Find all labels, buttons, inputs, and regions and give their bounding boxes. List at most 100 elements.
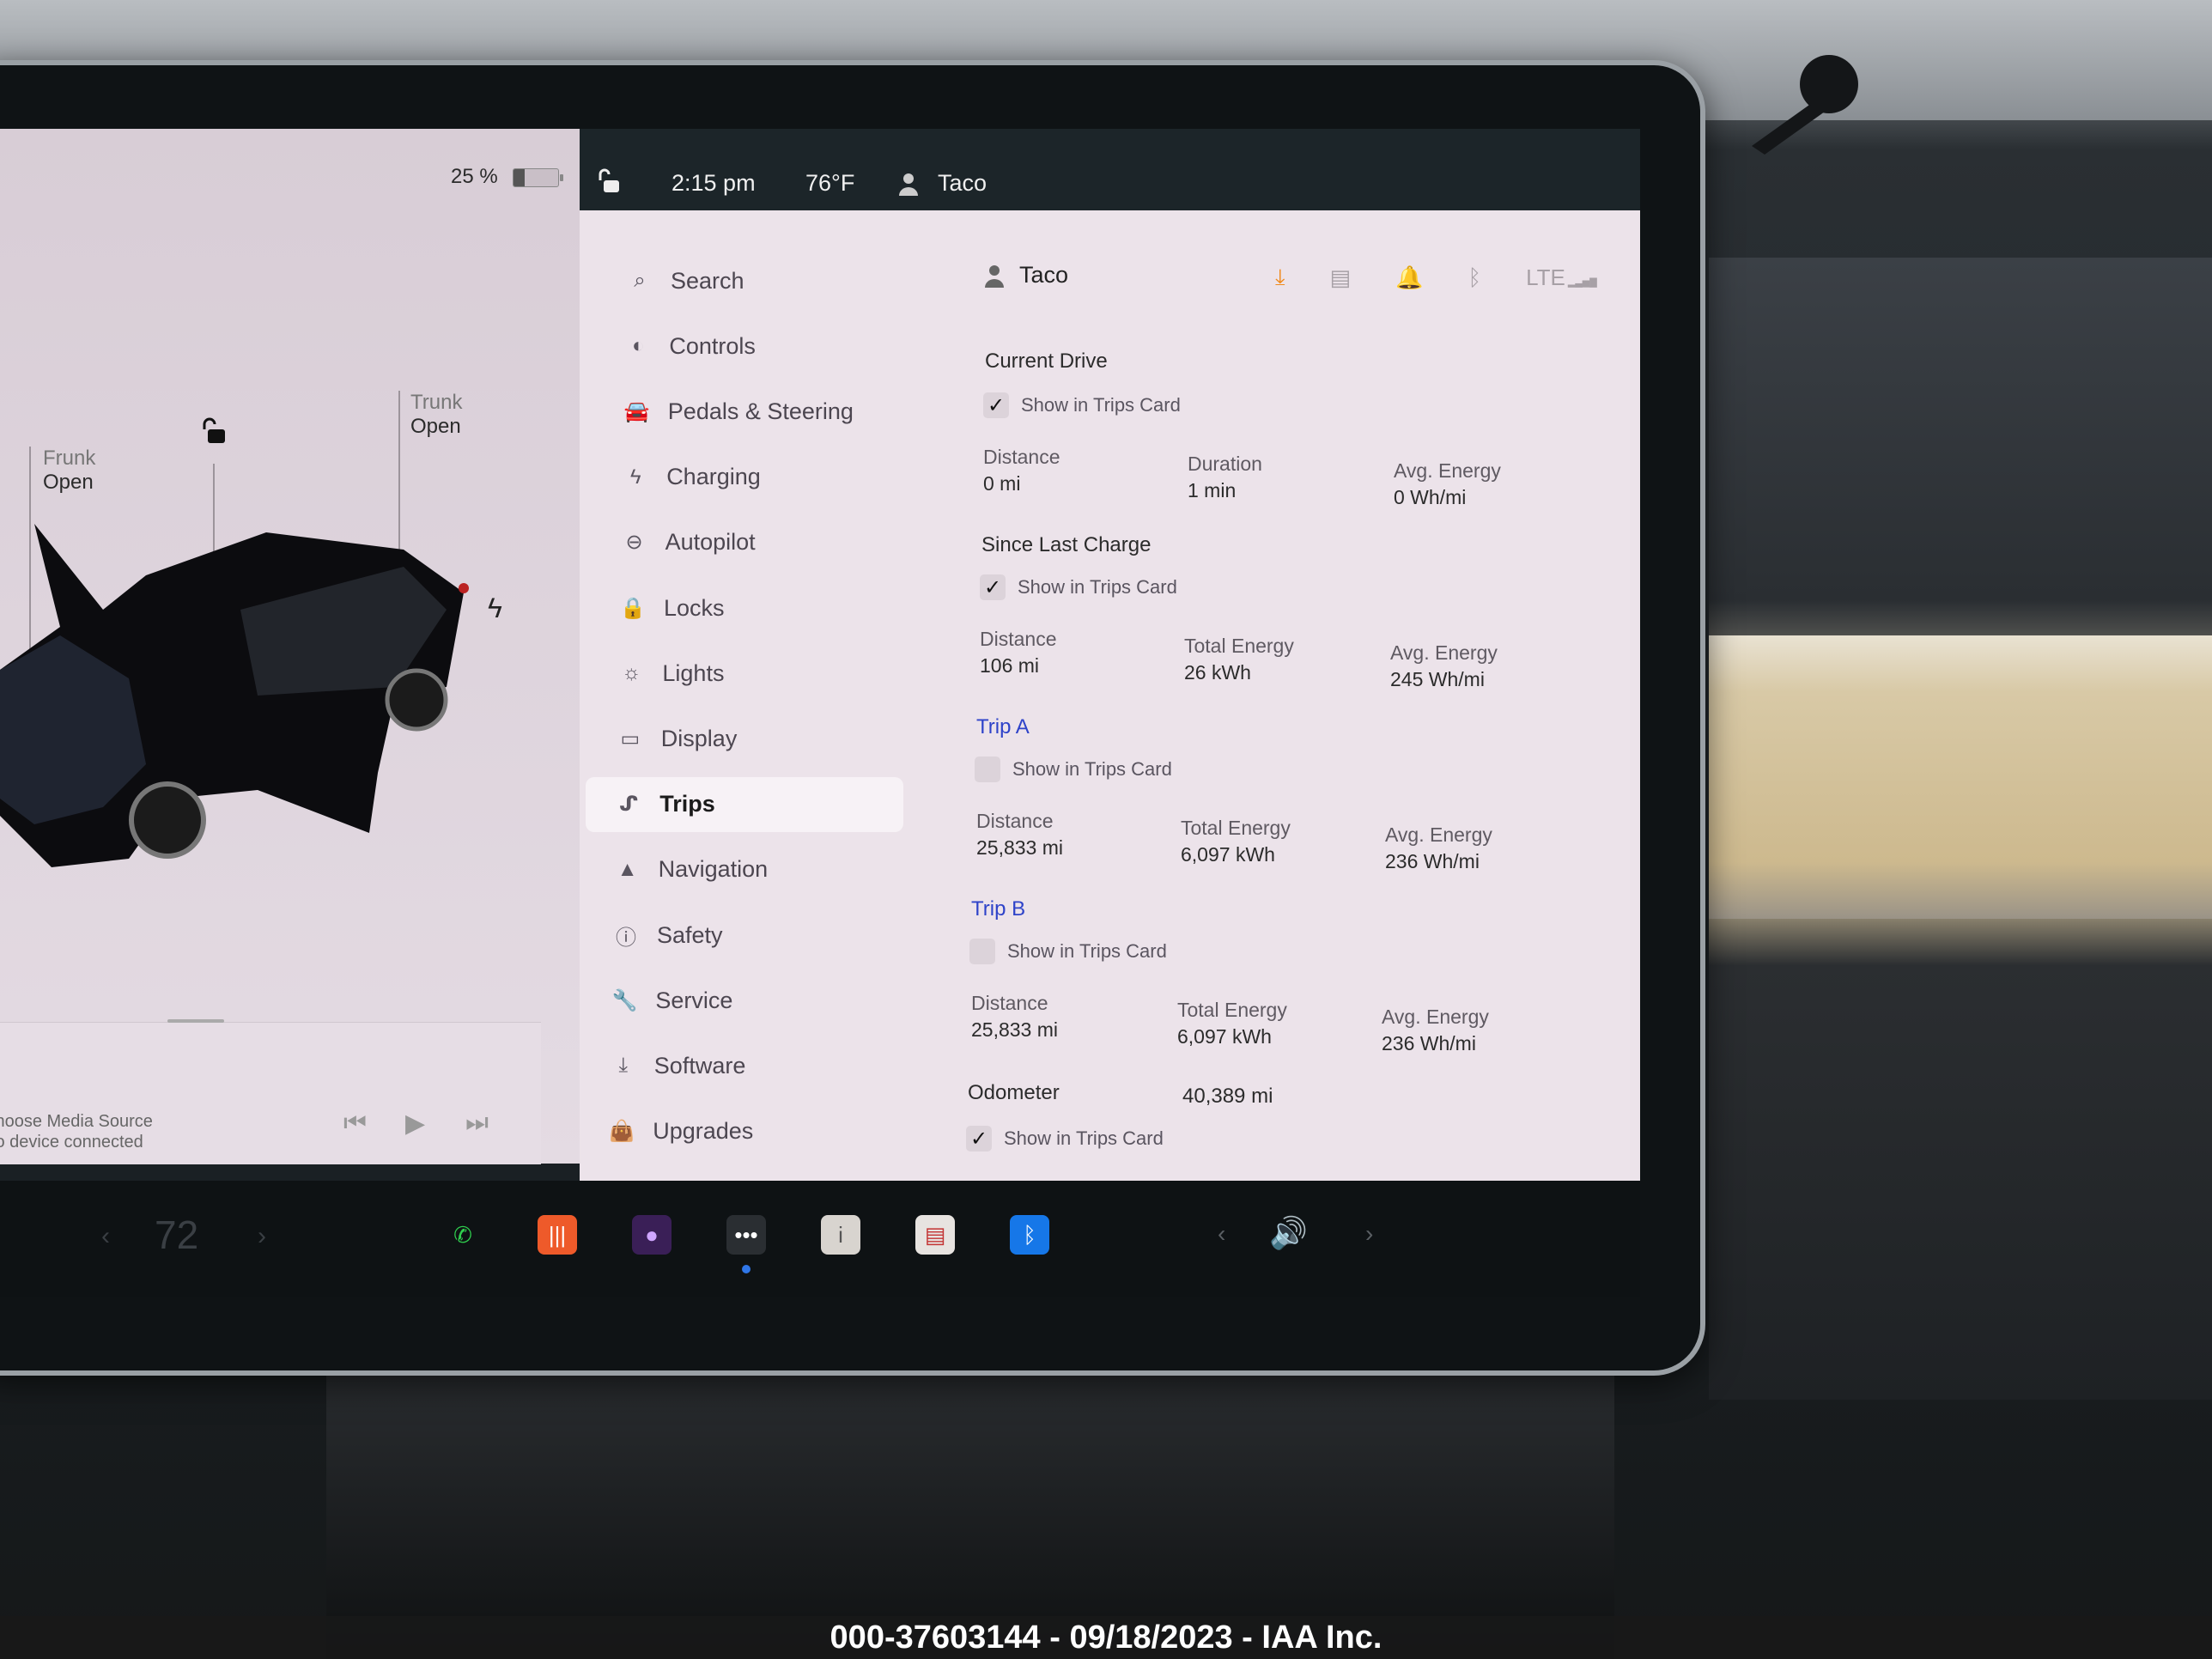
sidebar-item-service[interactable]: 🔧 Service xyxy=(581,973,899,1028)
stat-value: 6,097 kWh xyxy=(1181,843,1275,866)
previous-track-icon[interactable]: ⏮ xyxy=(343,1109,367,1138)
odometer-show-checkbox[interactable]: ✓ Show in Trips Card xyxy=(966,1126,1164,1152)
stat-value: 236 Wh/mi xyxy=(1382,1032,1476,1054)
since-last-charge-show-checkbox[interactable]: ✓ Show in Trips Card xyxy=(980,574,1177,600)
clock: 2:15 pm xyxy=(672,170,756,196)
sidebar-item-controls[interactable]: ◐ Controls xyxy=(595,319,913,374)
touchscreen: 25 % Frunk Open Trunk Open ϟ Choose xyxy=(0,129,1640,1297)
trunk-button[interactable]: Trunk Open xyxy=(410,391,462,439)
sidebar-item-label: Service xyxy=(655,987,733,1013)
profile-name[interactable]: Taco xyxy=(938,170,987,197)
media-player: Choose Media Source No device connected … xyxy=(0,1019,541,1164)
stat-value: 25,833 mi xyxy=(976,836,1064,859)
media-source-title[interactable]: Choose Media Source xyxy=(0,1112,153,1132)
sidebar-item-trips[interactable]: ᔑ Trips xyxy=(586,776,904,832)
status-icons: ⤓ ▤ 🔔 ᛒ LTE ▂▃▅▇ xyxy=(1275,264,1597,291)
sidebar-item-label: Locks xyxy=(664,594,725,621)
checkbox[interactable]: ✓ xyxy=(983,392,1009,418)
sidebar-item-label: Navigation xyxy=(658,856,769,883)
trips-icon: ᔑ xyxy=(619,793,639,817)
next-track-icon[interactable]: ⏭ xyxy=(465,1109,489,1138)
download-icon[interactable]: ⤓ xyxy=(1275,264,1285,291)
download-icon: ⤓ xyxy=(618,1054,629,1078)
checkbox[interactable]: ✓ xyxy=(966,1126,992,1152)
calendar-app-icon[interactable]: ▤ xyxy=(915,1215,955,1255)
volume-down-chevron-icon[interactable]: ‹ xyxy=(1218,1220,1225,1248)
unlock-status-icon[interactable] xyxy=(597,168,623,196)
bell-icon[interactable]: 🔔 xyxy=(1395,264,1423,291)
trip-a-total-energy: Total Energy 6,097 kWh xyxy=(1181,815,1291,868)
bluetooth-icon[interactable]: ᛒ xyxy=(1468,264,1481,291)
stat-label: Distance xyxy=(976,810,1054,832)
sidebar-item-navigation[interactable]: ▲ Navigation xyxy=(585,842,902,897)
checkbox[interactable] xyxy=(969,939,995,964)
temp-decrease-chevron-icon[interactable]: ‹ xyxy=(101,1222,110,1251)
manual-app-icon[interactable]: i xyxy=(821,1215,860,1255)
alert-circle-icon: ⓘ xyxy=(616,926,636,950)
trip-b-total-energy: Total Energy 6,097 kWh xyxy=(1177,997,1287,1050)
trunk-state: Open xyxy=(410,415,461,438)
stat-label: Avg. Energy xyxy=(1390,641,1498,664)
current-drive-title: Current Drive xyxy=(985,349,1108,373)
sidebar-item-label: Search xyxy=(671,267,744,294)
volume-icon[interactable]: 🔊 xyxy=(1269,1215,1308,1251)
stat-label: Total Energy xyxy=(1181,817,1291,839)
odometer-value: 40,389 mi xyxy=(1182,1085,1273,1108)
sidebar-item-pedals-steering[interactable]: 🚘 Pedals & Steering xyxy=(594,384,912,439)
profile-icon[interactable] xyxy=(897,172,920,196)
trip-a-avg-energy: Avg. Energy 236 Wh/mi xyxy=(1385,822,1492,875)
search-icon: ⌕ xyxy=(634,269,646,292)
music-app-icon[interactable]: ||| xyxy=(538,1215,577,1255)
camera-app-icon[interactable]: ● xyxy=(632,1215,672,1255)
unlock-icon[interactable] xyxy=(199,417,228,447)
profile-icon xyxy=(985,264,1004,288)
stat-value: 236 Wh/mi xyxy=(1385,850,1480,872)
settings-window: ⌕ Search ◐ Controls 🚘 Pedals & Steering ϟ Charg… xyxy=(580,210,1640,1181)
trunk-label: Trunk xyxy=(410,391,463,414)
media-source-subtitle: No device connected xyxy=(0,1133,143,1152)
sidebar-item-safety[interactable]: ⓘ Safety xyxy=(583,908,901,963)
sidebar-item-search[interactable]: ⌕ Search xyxy=(597,253,915,308)
checkbox-label: Show in Trips Card xyxy=(1018,576,1177,598)
volume-up-chevron-icon[interactable]: › xyxy=(1365,1220,1373,1248)
stat-label: Avg. Energy xyxy=(1385,823,1492,846)
trip-b-show-checkbox[interactable]: Show in Trips Card xyxy=(969,939,1167,964)
stat-value: 6,097 kWh xyxy=(1177,1025,1272,1048)
sidebar-item-software[interactable]: ⤓ Software xyxy=(580,1038,898,1093)
checkbox[interactable] xyxy=(975,757,1000,782)
sidebar-item-locks[interactable]: 🔒 Locks xyxy=(590,580,908,635)
checkbox[interactable]: ✓ xyxy=(980,574,1006,600)
trip-a-show-checkbox[interactable]: Show in Trips Card xyxy=(975,757,1172,782)
toggle-icon: ◐ xyxy=(632,334,645,358)
stat-label: Distance xyxy=(983,446,1060,468)
sidebar-item-display[interactable]: ▭ Display xyxy=(587,711,905,766)
current-drive-distance: Distance 0 mi xyxy=(983,444,1060,497)
current-drive-avg-energy: Avg. Energy 0 Wh/mi xyxy=(1394,458,1501,511)
phone-app-icon[interactable]: ✆ xyxy=(443,1215,483,1255)
cabin-temperature[interactable]: 72 xyxy=(155,1212,198,1258)
sidebar-item-label: Autopilot xyxy=(665,529,756,556)
sidebar-item-lights[interactable]: ☼ Lights xyxy=(588,646,906,701)
media-drag-handle[interactable] xyxy=(167,1019,224,1023)
sidebar-item-charging[interactable]: ϟ Charging xyxy=(592,450,910,505)
current-drive-show-checkbox[interactable]: ✓ Show in Trips Card xyxy=(983,392,1181,418)
frunk-button[interactable]: Frunk Open xyxy=(43,447,95,495)
odometer-label: Odometer xyxy=(968,1081,1060,1104)
sidebar-item-label: Controls xyxy=(669,332,756,359)
since-last-charge-total-energy: Total Energy 26 kWh xyxy=(1184,633,1294,686)
temp-increase-chevron-icon[interactable]: › xyxy=(258,1222,266,1251)
sidebar-item-label: Upgrades xyxy=(653,1118,754,1145)
charge-port-lightning-icon[interactable]: ϟ xyxy=(488,592,502,624)
trip-b-title[interactable]: Trip B xyxy=(971,897,1025,921)
trip-a-title[interactable]: Trip A xyxy=(976,715,1030,739)
center-console xyxy=(326,1365,1614,1659)
stat-value: 0 mi xyxy=(983,472,1021,495)
sidebar-item-autopilot[interactable]: ⊖ Autopilot xyxy=(592,515,909,570)
glovebox-icon[interactable]: ▤ xyxy=(1330,264,1352,291)
active-app-indicator xyxy=(742,1265,750,1273)
bluetooth-app-icon[interactable]: ᛒ xyxy=(1010,1215,1049,1255)
play-icon[interactable]: ▶ xyxy=(405,1109,425,1139)
more-app-icon[interactable]: ••• xyxy=(726,1215,766,1255)
sidebar-item-upgrades[interactable]: 👜 Upgrades xyxy=(579,1104,896,1159)
profile-header[interactable]: Taco xyxy=(983,262,1068,289)
